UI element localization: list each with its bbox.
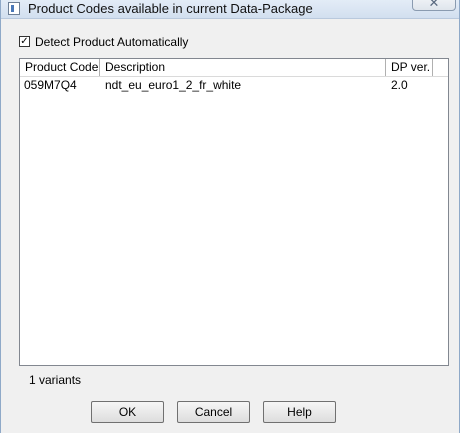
cell-description: ndt_eu_euro1_2_fr_white	[105, 78, 242, 92]
variant-count: 1 variants	[29, 373, 82, 387]
cell-product-code: 059M7Q4	[24, 78, 77, 92]
title-bar[interactable]: Product Codes available in current Data-…	[1, 0, 459, 19]
ok-button[interactable]: OK	[91, 401, 164, 423]
list-header: Product Code Description DP ver.	[20, 59, 448, 77]
detect-product-checkbox[interactable]: ✓	[19, 36, 30, 47]
close-button[interactable]: ✕	[412, 0, 456, 11]
cancel-button[interactable]: Cancel	[177, 401, 250, 423]
column-header-dp-version[interactable]: DP ver.	[386, 59, 433, 76]
help-button[interactable]: Help	[263, 401, 336, 423]
product-codes-list[interactable]: Product Code Description DP ver. 059M7Q4…	[19, 58, 449, 366]
cell-dp-version: 2.0	[391, 78, 408, 92]
detect-product-label[interactable]: Detect Product Automatically	[35, 35, 188, 49]
app-icon	[8, 2, 20, 15]
column-header-description[interactable]: Description	[100, 59, 386, 76]
window-title: Product Codes available in current Data-…	[28, 1, 313, 16]
table-row[interactable]: 059M7Q4 ndt_eu_euro1_2_fr_white 2.0	[20, 77, 448, 94]
dialog-window: Product Codes available in current Data-…	[0, 0, 460, 433]
close-icon: ✕	[428, 0, 440, 10]
column-header-product-code[interactable]: Product Code	[20, 59, 100, 76]
